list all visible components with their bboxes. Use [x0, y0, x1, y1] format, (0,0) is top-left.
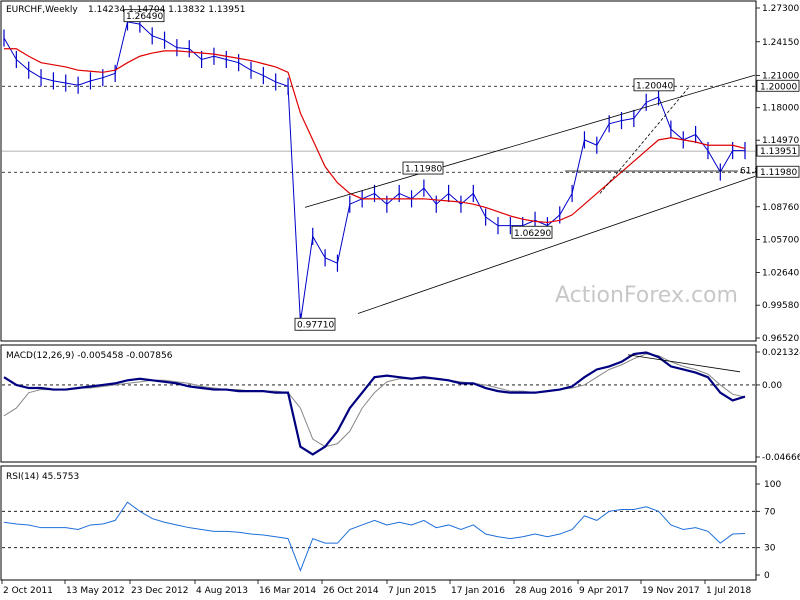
y-tick-label: 1.27300: [762, 4, 799, 14]
x-tick-label: 4 Aug 2013: [196, 586, 248, 596]
watermark: ActionForex.com: [555, 283, 738, 308]
x-tick-label: 13 May 2012: [66, 586, 125, 596]
rsi-title: RSI(14) 45.5753: [6, 472, 79, 482]
x-tick-label: 28 Aug 2016: [515, 586, 573, 596]
y-tick-label: 1.08760: [762, 203, 799, 213]
y-tick-label: 1.02640: [762, 268, 799, 278]
annotation-label: 1.11980: [405, 165, 442, 175]
y-tick-label: 1.24150: [762, 38, 799, 48]
annotation-label: 1.20040: [636, 81, 673, 91]
price-label: 1.11980: [760, 168, 797, 178]
annotation-label: 1.06290: [514, 229, 551, 239]
x-tick-label: 16 Mar 2014: [259, 586, 316, 596]
eurchf-weekly-chart: ActionForex.com 1.264901.119801.062901.2…: [0, 0, 800, 596]
macd-y-tick-label: 0.00: [762, 381, 782, 391]
x-tick-label: 9 Apr 2017: [579, 586, 629, 596]
x-tick-label: 7 Jun 2015: [388, 586, 436, 596]
rsi-panel-frame: [0, 465, 757, 581]
rsi-y-tick-label: 100: [764, 480, 781, 490]
annotation-label: 0.97710: [297, 321, 334, 331]
price-title: EURCHF,Weekly: [6, 5, 78, 15]
price-ohlc: 1.14234 1.14704 1.13832 1.13951: [88, 5, 245, 15]
macd-y-tick-label: 0.021324: [762, 348, 800, 358]
x-tick-label: 17 Jan 2016: [451, 586, 505, 596]
x-tick-label: 23 Dec 2012: [131, 586, 189, 596]
y-tick-label: 0.96520: [762, 334, 799, 344]
x-tick-label: 2 Oct 2011: [3, 586, 53, 596]
x-tick-label: 1 Jul 2018: [706, 586, 751, 596]
macd-y-tick-label: -0.046663: [762, 453, 800, 463]
rsi-y-tick-label: 30: [764, 544, 776, 554]
rsi-y-tick-label: 70: [764, 507, 776, 517]
x-tick-label: 19 Nov 2017: [642, 586, 700, 596]
y-tick-label: 1.14970: [762, 136, 799, 146]
macd-title: MACD(12,26,9) -0.005458 -0.007856: [6, 351, 173, 361]
macd-panel-frame: [0, 344, 757, 463]
price-label: 1.13951: [760, 147, 797, 157]
rsi-y-tick-label: 0: [764, 571, 770, 581]
y-tick-label: 1.05700: [762, 236, 799, 246]
x-tick-label: 26 Oct 2014: [323, 586, 379, 596]
price-label: 1.20000: [760, 82, 797, 92]
y-tick-label: 1.18000: [762, 104, 799, 114]
price-y-axis: 1.273001.241501.210001.180001.149701.119…: [756, 4, 799, 344]
x-axis-labels: 2 Oct 2011 13 May 2012 23 Dec 2012 4 Aug 20…: [1, 580, 751, 596]
y-tick-label: 0.99580: [762, 301, 799, 311]
